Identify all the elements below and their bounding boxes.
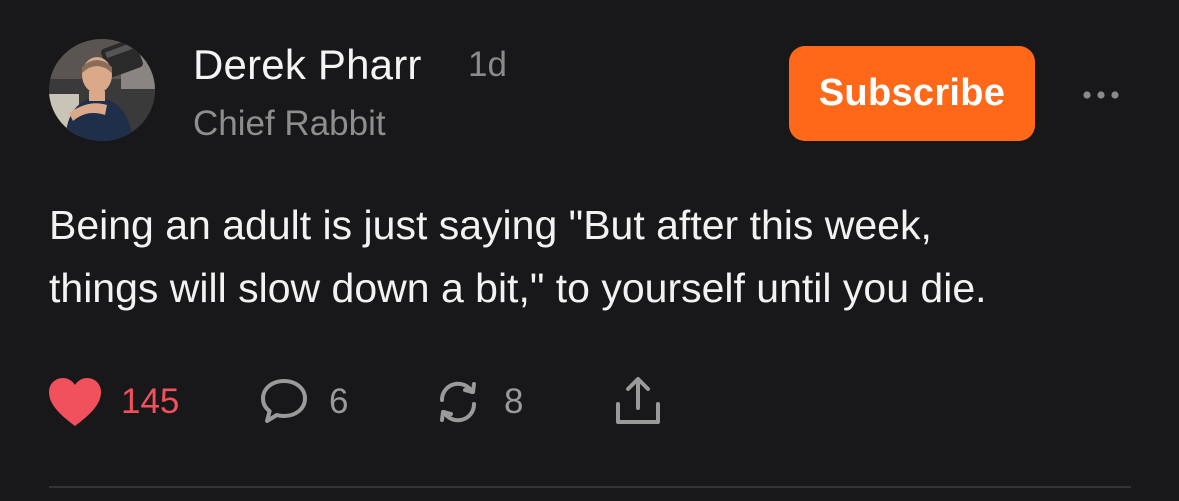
ellipsis-icon bbox=[1083, 91, 1119, 99]
avatar-photo bbox=[49, 39, 155, 141]
author-title: Chief Rabbit bbox=[193, 104, 386, 143]
post-body-text: Being an adult is just saying "But after… bbox=[49, 202, 987, 311]
post-divider bbox=[49, 486, 1131, 488]
share-button[interactable] bbox=[608, 372, 668, 432]
more-options-button[interactable] bbox=[1079, 82, 1123, 108]
subscribe-button[interactable]: Subscribe bbox=[789, 46, 1035, 141]
heart-icon bbox=[49, 378, 101, 426]
comment-button[interactable]: 6 bbox=[257, 372, 348, 432]
post-actions-bar: 145 6 8 bbox=[0, 372, 1179, 432]
author-avatar[interactable] bbox=[49, 39, 155, 141]
like-count: 145 bbox=[121, 382, 180, 421]
comment-count: 6 bbox=[329, 382, 349, 421]
comment-bubble-icon bbox=[261, 379, 307, 423]
restack-button[interactable]: 8 bbox=[430, 372, 523, 432]
post-timestamp: 1d bbox=[468, 45, 507, 84]
restack-count: 8 bbox=[504, 382, 524, 421]
share-upload-icon bbox=[616, 377, 660, 424]
author-name[interactable]: Derek Pharr bbox=[193, 40, 422, 90]
like-button[interactable]: 145 bbox=[47, 372, 179, 432]
restack-icon bbox=[439, 381, 477, 423]
